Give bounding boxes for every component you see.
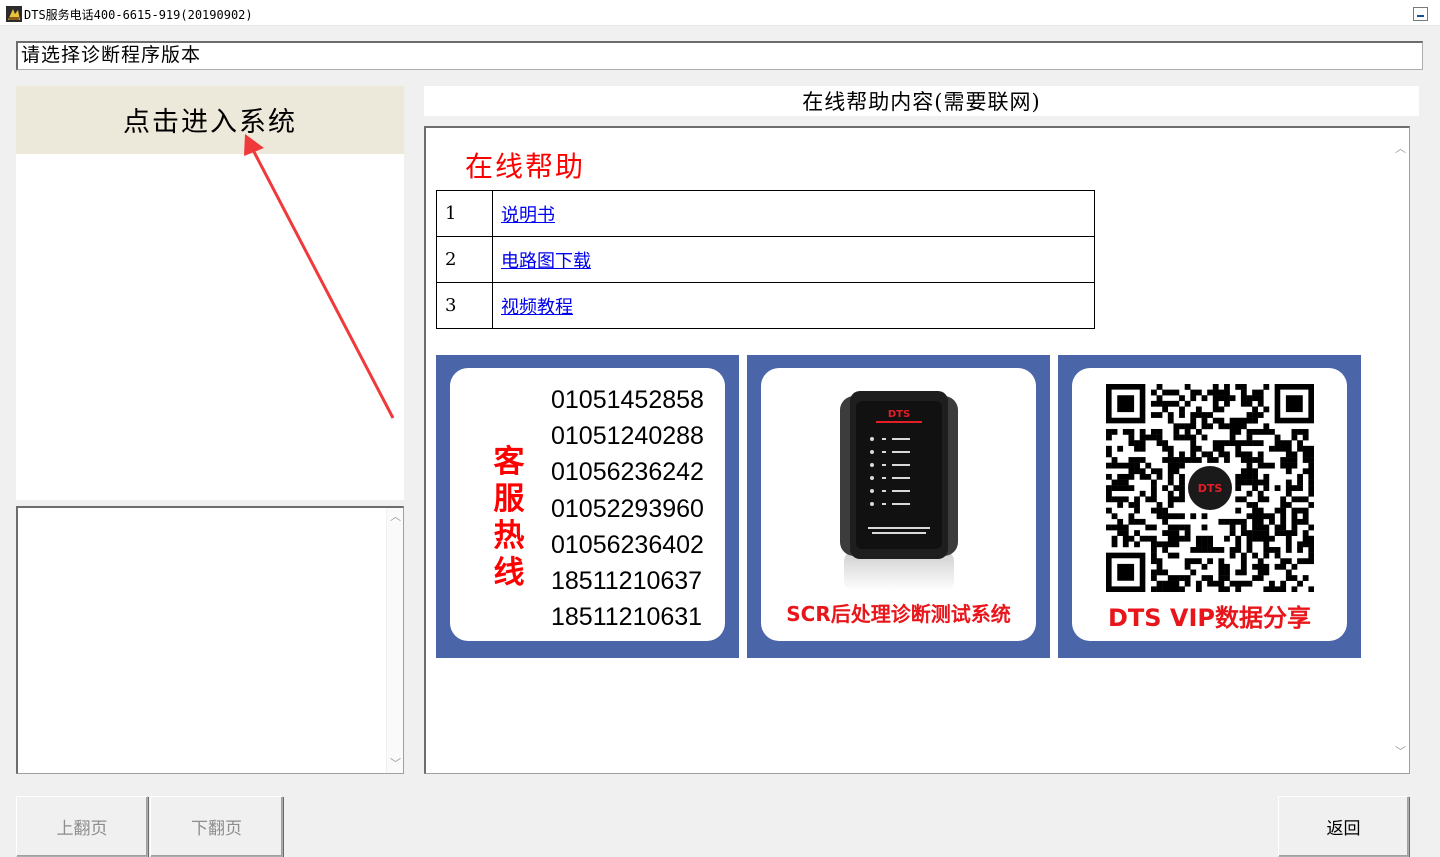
version-select-field[interactable]: 请选择诊断程序版本 xyxy=(16,41,1423,70)
row-number: 2 xyxy=(436,236,493,283)
vip-caption: DTS VIP数据分享 xyxy=(1107,604,1312,632)
info-text-box[interactable]: ︿ ﹀ xyxy=(16,506,404,774)
phone-number: 01056236402 xyxy=(551,530,704,559)
phone-number: 01056236242 xyxy=(551,458,704,487)
diagnostic-device-image: DTS xyxy=(840,391,958,591)
table-row: 3 视频教程 xyxy=(436,282,1095,329)
prev-page-button[interactable]: 上翻页 xyxy=(16,796,148,857)
minimize-icon[interactable] xyxy=(1413,7,1428,21)
help-scrollbar[interactable]: ︿ ﹀ xyxy=(1392,128,1409,773)
chevron-up-icon[interactable]: ︿ xyxy=(390,511,401,522)
back-button[interactable]: 返回 xyxy=(1278,796,1409,857)
qr-code-image: DTS xyxy=(1106,384,1314,592)
chevron-down-icon[interactable]: ﹀ xyxy=(390,758,401,769)
video-tutorial-link[interactable]: 视频教程 xyxy=(501,297,573,318)
manual-link[interactable]: 说明书 xyxy=(501,205,555,226)
help-links-table: 1 说明书 2 电路图下载 3 视频教程 xyxy=(436,190,1095,329)
enter-system-button[interactable]: 点击进入系统 xyxy=(16,86,404,154)
help-heading: 在线帮助 xyxy=(465,150,586,183)
help-header: 在线帮助内容(需要联网) xyxy=(424,86,1419,116)
phone-number: 01051240288 xyxy=(551,422,704,451)
row-number: 1 xyxy=(436,190,493,237)
chevron-down-icon[interactable]: ﹀ xyxy=(1395,746,1406,757)
phone-number: 18511210631 xyxy=(551,603,703,632)
row-number: 3 xyxy=(436,282,493,329)
help-content-frame: 在线帮助 1 说明书 2 电路图下载 3 视频教程 客 服 热 线 010514… xyxy=(424,126,1410,774)
phone-number: 01051452858 xyxy=(551,386,704,414)
system-list-panel: 点击进入系统 xyxy=(16,86,404,500)
phone-number: 01052293960 xyxy=(551,494,704,523)
title-bar: DTS服务电话400-6615-919(20190902) xyxy=(0,0,1440,26)
table-row: 1 说明书 xyxy=(436,190,1095,237)
info-scrollbar[interactable]: ︿ ﹀ xyxy=(386,508,403,773)
device-caption: SCR后处理诊断测试系统 xyxy=(786,602,1011,626)
dts-app-icon xyxy=(6,6,22,22)
chevron-up-icon[interactable]: ︿ xyxy=(1395,143,1406,154)
phone-list: 01051452858 01051240288 01056236242 0105… xyxy=(551,382,704,635)
svg-text:DTS: DTS xyxy=(888,409,910,420)
phone-number: 18511210637 xyxy=(551,567,703,596)
table-row: 2 电路图下载 xyxy=(436,236,1095,283)
device-banner: DTS SCR后处理诊断测试系统 xyxy=(747,355,1050,658)
circuit-diagram-link[interactable]: 电路图下载 xyxy=(501,251,591,272)
svg-text:DTS: DTS xyxy=(1198,482,1223,495)
vip-qr-banner: DTS DTS VIP数据分享 xyxy=(1058,355,1361,658)
hotline-banner: 客 服 热 线 01051452858 01051240288 01056236… xyxy=(436,355,739,658)
next-page-button[interactable]: 下翻页 xyxy=(150,796,283,857)
hotline-label: 客 服 热 线 xyxy=(493,444,525,591)
window-title: DTS服务电话400-6615-919(20190902) xyxy=(24,8,253,22)
